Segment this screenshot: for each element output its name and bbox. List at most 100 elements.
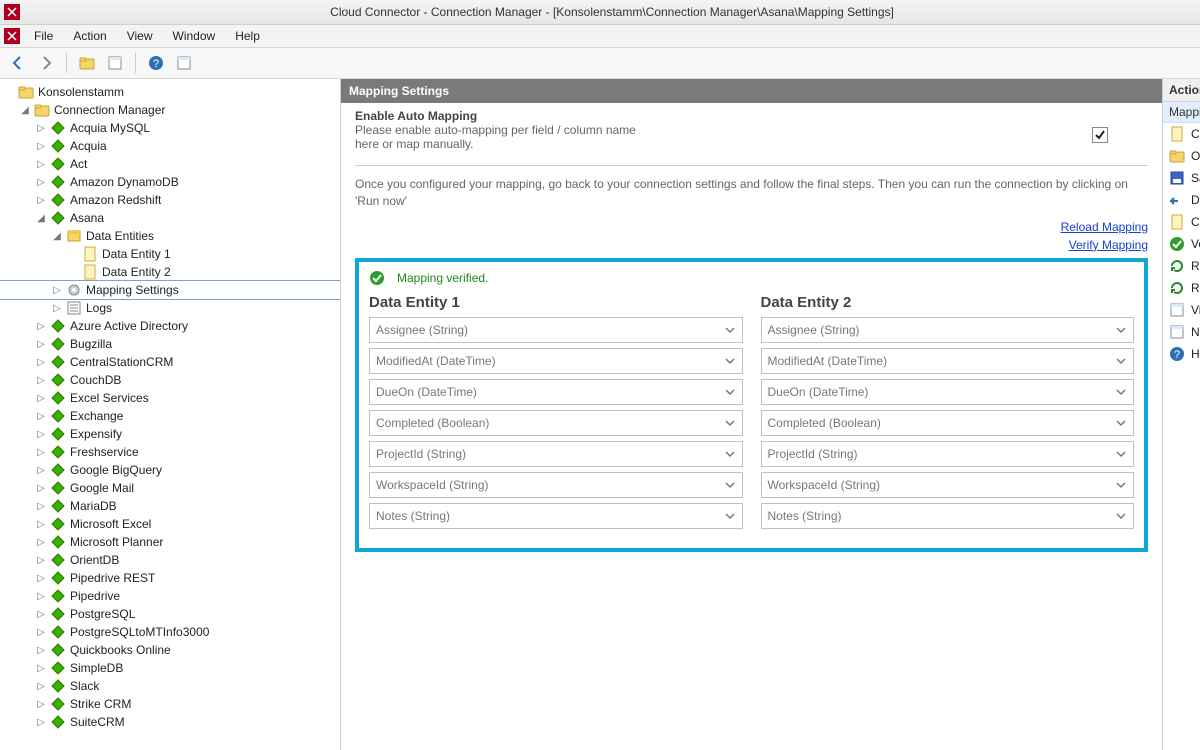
field-combo-entity1[interactable]: DueOn (DateTime) — [369, 379, 743, 405]
action-save[interactable]: Save — [1163, 167, 1200, 189]
field-combo-entity1[interactable]: WorkspaceId (String) — [369, 472, 743, 498]
tree-connector-act[interactable]: ▷Act — [0, 155, 340, 173]
tree-connector-orientdb[interactable]: ▷OrientDB — [0, 551, 340, 569]
tree-logs[interactable]: ▷Logs — [0, 299, 340, 317]
expander-icon[interactable]: ▷ — [34, 715, 48, 729]
tree-connector-freshservice[interactable]: ▷Freshservice — [0, 443, 340, 461]
tree-connector-slack[interactable]: ▷Slack — [0, 677, 340, 695]
tree-connector-quickbooks-online[interactable]: ▷Quickbooks Online — [0, 641, 340, 659]
expander-icon[interactable]: ▷ — [50, 283, 64, 297]
menu-view[interactable]: View — [117, 27, 163, 45]
expander-icon[interactable]: ▷ — [34, 697, 48, 711]
field-combo-entity2[interactable]: Notes (String) — [761, 503, 1135, 529]
expander-icon[interactable]: ▷ — [34, 193, 48, 207]
tree-connector-asana[interactable]: ◢Asana — [0, 209, 340, 227]
action-help[interactable]: Help — [1163, 343, 1200, 365]
tree-connector-simpledb[interactable]: ▷SimpleDB — [0, 659, 340, 677]
verify-mapping-link[interactable]: Verify Mapping — [355, 236, 1148, 254]
expander-icon[interactable]: ▷ — [34, 373, 48, 387]
expander-icon[interactable]: ▷ — [34, 427, 48, 441]
help-toolbar-button[interactable] — [144, 51, 168, 75]
field-combo-entity2[interactable]: Completed (Boolean) — [761, 410, 1135, 436]
tree-connector-azure-active-directory[interactable]: ▷Azure Active Directory — [0, 317, 340, 335]
tree-connector-acquia[interactable]: ▷Acquia — [0, 137, 340, 155]
tree-connector-google-bigquery[interactable]: ▷Google BigQuery — [0, 461, 340, 479]
tree-connector-postgresqltomtinfo3000[interactable]: ▷PostgreSQLtoMTInfo3000 — [0, 623, 340, 641]
tree-view[interactable]: Konsolenstamm◢Connection Manager▷Acquia … — [0, 79, 341, 750]
action-create[interactable]: Create — [1163, 211, 1200, 233]
field-combo-entity2[interactable]: ModifiedAt (DateTime) — [761, 348, 1135, 374]
expander-icon[interactable]: ▷ — [34, 481, 48, 495]
tree-data-entity-1[interactable]: Data Entity 1 — [0, 245, 340, 263]
field-combo-entity2[interactable]: DueOn (DateTime) — [761, 379, 1135, 405]
expander-icon[interactable]: ▷ — [34, 319, 48, 333]
menu-window[interactable]: Window — [163, 27, 226, 45]
expander-icon[interactable]: ▷ — [34, 607, 48, 621]
menu-help[interactable]: Help — [225, 27, 270, 45]
tree-data-entities[interactable]: ◢Data Entities — [0, 227, 340, 245]
tree-connector-pipedrive[interactable]: ▷Pipedrive — [0, 587, 340, 605]
expander-icon[interactable]: ▷ — [34, 517, 48, 531]
tree-connector-centralstationcrm[interactable]: ▷CentralStationCRM — [0, 353, 340, 371]
expander-icon[interactable]: ▷ — [34, 157, 48, 171]
tree-connector-amazon-dynamodb[interactable]: ▷Amazon DynamoDB — [0, 173, 340, 191]
tree-mapping-settings[interactable]: ▷Mapping Settings — [0, 281, 340, 299]
action-reload[interactable]: Reload — [1163, 255, 1200, 277]
expander-icon[interactable]: ▷ — [34, 571, 48, 585]
expander-icon[interactable]: ▷ — [34, 589, 48, 603]
field-combo-entity1[interactable]: Assignee (String) — [369, 317, 743, 343]
field-combo-entity1[interactable]: Notes (String) — [369, 503, 743, 529]
field-combo-entity1[interactable]: Completed (Boolean) — [369, 410, 743, 436]
expander-icon[interactable]: ▷ — [34, 337, 48, 351]
field-combo-entity2[interactable]: ProjectId (String) — [761, 441, 1135, 467]
tree-connection-manager[interactable]: ◢Connection Manager — [0, 101, 340, 119]
action-verify[interactable]: Verify — [1163, 233, 1200, 255]
field-combo-entity2[interactable]: Assignee (String) — [761, 317, 1135, 343]
expander-icon[interactable]: ▷ — [34, 391, 48, 405]
forward-button[interactable] — [34, 51, 58, 75]
action-open[interactable]: Open — [1163, 145, 1200, 167]
expander-icon[interactable]: ▷ — [34, 661, 48, 675]
expander-icon[interactable] — [66, 265, 80, 279]
menu-action[interactable]: Action — [63, 27, 116, 45]
expander-icon[interactable]: ▷ — [34, 355, 48, 369]
expander-icon[interactable]: ◢ — [34, 211, 48, 225]
expander-icon[interactable]: ▷ — [34, 679, 48, 693]
expander-icon[interactable] — [2, 85, 16, 99]
expander-icon[interactable]: ◢ — [50, 229, 64, 243]
tree-connector-postgresql[interactable]: ▷PostgreSQL — [0, 605, 340, 623]
properties-button[interactable] — [172, 51, 196, 75]
expander-icon[interactable]: ◢ — [18, 103, 32, 117]
tree-connector-excel-services[interactable]: ▷Excel Services — [0, 389, 340, 407]
tree-connector-expensify[interactable]: ▷Expensify — [0, 425, 340, 443]
up-button[interactable] — [75, 51, 99, 75]
tree-connector-acquia-mysql[interactable]: ▷Acquia MySQL — [0, 119, 340, 137]
back-button[interactable] — [6, 51, 30, 75]
field-combo-entity1[interactable]: ModifiedAt (DateTime) — [369, 348, 743, 374]
expander-icon[interactable] — [66, 247, 80, 261]
reload-mapping-link[interactable]: Reload Mapping — [355, 218, 1148, 236]
field-combo-entity1[interactable]: ProjectId (String) — [369, 441, 743, 467]
expander-icon[interactable]: ▷ — [34, 535, 48, 549]
tree-connector-bugzilla[interactable]: ▷Bugzilla — [0, 335, 340, 353]
tree-connector-suitecrm[interactable]: ▷SuiteCRM — [0, 713, 340, 731]
expander-icon[interactable]: ▷ — [34, 553, 48, 567]
tree-connector-microsoft-excel[interactable]: ▷Microsoft Excel — [0, 515, 340, 533]
auto-mapping-checkbox[interactable] — [1092, 127, 1108, 143]
expander-icon[interactable]: ▷ — [50, 301, 64, 315]
expander-icon[interactable]: ▷ — [34, 139, 48, 153]
tree-connector-couchdb[interactable]: ▷CouchDB — [0, 371, 340, 389]
expander-icon[interactable]: ▷ — [34, 463, 48, 477]
tree-connector-amazon-redshift[interactable]: ▷Amazon Redshift — [0, 191, 340, 209]
tree-connector-pipedrive-rest[interactable]: ▷Pipedrive REST — [0, 569, 340, 587]
expander-icon[interactable]: ▷ — [34, 499, 48, 513]
tree-data-entity-2[interactable]: Data Entity 2 — [0, 263, 340, 281]
expander-icon[interactable]: ▷ — [34, 121, 48, 135]
expander-icon[interactable]: ▷ — [34, 643, 48, 657]
show-hide-tree-button[interactable] — [103, 51, 127, 75]
field-combo-entity2[interactable]: WorkspaceId (String) — [761, 472, 1135, 498]
tree-connector-strike-crm[interactable]: ▷Strike CRM — [0, 695, 340, 713]
action-new-window[interactable]: New Window — [1163, 321, 1200, 343]
tree-connector-exchange[interactable]: ▷Exchange — [0, 407, 340, 425]
tree-connector-google-mail[interactable]: ▷Google Mail — [0, 479, 340, 497]
